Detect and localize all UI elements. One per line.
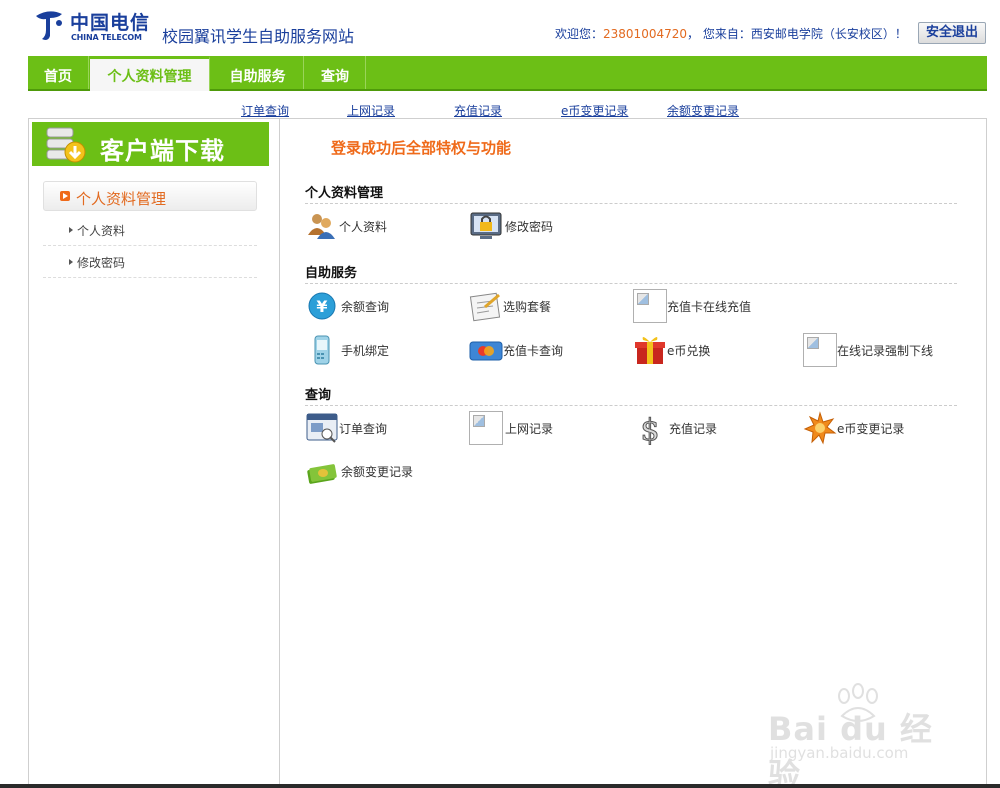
feature-label: 修改密码: [505, 220, 554, 234]
mobile-phone-icon: [314, 335, 330, 365]
feature-label: 余额变更记录: [341, 465, 414, 479]
svg-text:¥: ¥: [316, 297, 327, 316]
section-title-query: 查询: [305, 384, 957, 406]
watermark-domain: jingyan.baidu.com: [770, 744, 909, 762]
feature-card-online-recharge[interactable]: 充值卡在线充值: [633, 289, 773, 323]
yen-coin-icon: ¥: [308, 292, 336, 320]
telecom-swirl-icon: [36, 11, 62, 40]
client-download-label: 客户端下载: [100, 137, 225, 165]
feature-buy-package[interactable]: 选购套餐: [469, 289, 589, 323]
feature-balance-query[interactable]: ¥ 余额查询: [305, 289, 425, 323]
feature-label: 订单查询: [339, 422, 388, 436]
feature-online-records[interactable]: 上网记录: [469, 411, 589, 445]
feature-label: 充值记录: [669, 422, 718, 436]
arrow-right-icon: [69, 227, 73, 233]
sidebar-item-profile[interactable]: 个人资料: [43, 214, 257, 246]
site-title: 校园翼讯学生自助服务网站: [162, 27, 355, 46]
orange-star-icon: [803, 411, 837, 445]
page-headline: 登录成功后全部特权与功能: [331, 139, 512, 157]
sidebar-section-profile[interactable]: 个人资料管理: [43, 181, 257, 211]
china-telecom-logo[interactable]: 中国电信 CHINA TELECOM: [30, 6, 155, 46]
feature-balance-records[interactable]: 余额变更记录: [305, 454, 435, 488]
subnav-order-query[interactable]: 订单查询: [241, 102, 289, 119]
header: 中国电信 CHINA TELECOM 校园翼讯学生自助服务网站 欢迎您：2380…: [0, 0, 1000, 56]
subnav-online-records[interactable]: 上网记录: [347, 102, 395, 119]
section-title-self-service: 自助服务: [305, 262, 957, 284]
nav-item-query[interactable]: 查询: [305, 56, 366, 89]
subnav-balance-records[interactable]: 余额变更记录: [667, 102, 739, 119]
feature-force-offline[interactable]: 在线记录强制下线: [803, 333, 953, 367]
welcome-message: 欢迎您：23801004720， 您来自：西安邮电学院（长安校区）！: [555, 25, 907, 42]
feature-label: 上网记录: [505, 422, 554, 436]
feature-label: 充值卡查询: [503, 344, 564, 358]
credit-card-icon: [469, 341, 503, 361]
database-download-icon: [46, 127, 86, 163]
sidebar-item-label: 个人资料: [77, 224, 126, 238]
welcome-location: ， 您来自：西安邮电学院（长安校区）！: [687, 27, 907, 41]
baidu-jingyan-watermark: Bai du 经验 jingyan.baidu.com: [762, 683, 962, 788]
nav-item-profile[interactable]: 个人资料管理: [90, 56, 210, 91]
dollar-sign-icon: $: [640, 413, 660, 446]
feature-change-password[interactable]: 修改密码: [469, 209, 589, 243]
feature-label: e币变更记录: [837, 422, 905, 436]
subnav-ecoin-records[interactable]: e币变更记录: [561, 102, 628, 119]
order-window-icon: [306, 413, 338, 443]
sidebar-item-change-password[interactable]: 修改密码: [43, 246, 257, 278]
logo-chinese-text: 中国电信: [70, 12, 151, 34]
feature-label: 余额查询: [341, 300, 390, 314]
welcome-prefix: 欢迎您：: [555, 27, 604, 41]
sidebar: 客户端下载 个人资料管理 个人资料 修改密码: [29, 119, 280, 788]
feature-bind-phone[interactable]: 手机绑定: [305, 333, 425, 367]
feature-profile[interactable]: 个人资料: [305, 209, 425, 243]
main-nav: 首页 个人资料管理 自助服务 查询: [28, 56, 987, 91]
feature-label: 充值卡在线充值: [667, 300, 752, 314]
money-bills-icon: [307, 464, 337, 484]
lock-monitor-icon: [470, 212, 502, 239]
window-bottom-edge: [0, 784, 1000, 788]
sidebar-item-label: 修改密码: [77, 256, 126, 270]
feature-ecoin-exchange[interactable]: e币兑换: [633, 333, 753, 367]
users-icon: [308, 214, 335, 239]
feature-recharge-records[interactable]: $ 充值记录: [633, 411, 753, 446]
svg-text:$: $: [640, 413, 659, 445]
gift-box-icon: [635, 336, 665, 364]
feature-order-query[interactable]: 订单查询: [305, 411, 425, 445]
feature-label: 手机绑定: [341, 344, 390, 358]
feature-card-query[interactable]: 充值卡查询: [469, 333, 589, 367]
feature-label: e币兑换: [667, 344, 711, 358]
broken-image-icon: [469, 411, 503, 445]
play-bullet-icon: [60, 191, 70, 201]
feature-label: 在线记录强制下线: [837, 344, 934, 358]
package-form-icon: [469, 292, 501, 322]
feature-label: 选购套餐: [503, 300, 552, 314]
client-download-banner[interactable]: 客户端下载: [32, 122, 269, 166]
arrow-right-icon: [69, 259, 73, 265]
user-phone: 23801004720: [603, 27, 687, 41]
sidebar-section-title: 个人资料管理: [76, 190, 167, 208]
nav-item-self-service[interactable]: 自助服务: [212, 56, 304, 89]
subnav-recharge-records[interactable]: 充值记录: [454, 102, 502, 119]
section-title-profile: 个人资料管理: [305, 182, 957, 204]
logout-button[interactable]: 安全退出: [918, 22, 986, 44]
broken-image-icon: [633, 289, 667, 323]
feature-ecoin-records[interactable]: e币变更记录: [803, 411, 943, 445]
feature-label: 个人资料: [339, 220, 388, 234]
broken-image-icon: [803, 333, 837, 367]
logo-english-text: CHINA TELECOM: [71, 33, 142, 42]
nav-item-home[interactable]: 首页: [28, 56, 89, 89]
